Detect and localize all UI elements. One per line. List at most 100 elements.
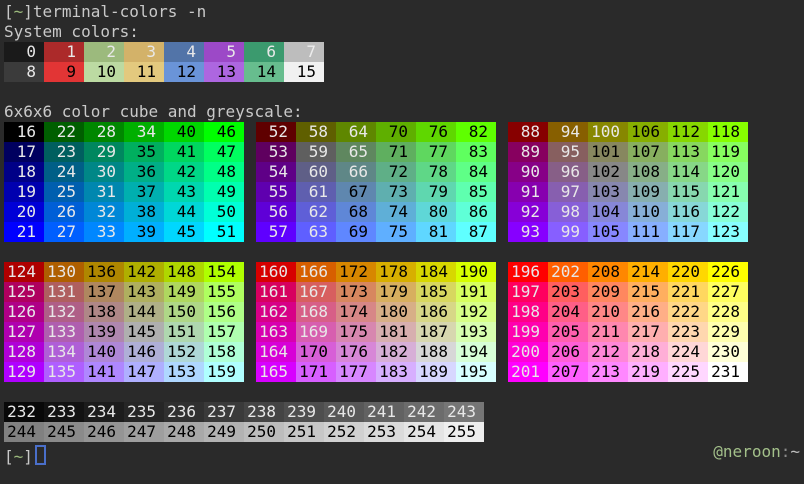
color-cell-14: 14 xyxy=(244,62,284,82)
color-cell-121: 121 xyxy=(708,182,748,202)
color-cell-182: 182 xyxy=(376,342,416,362)
color-cell-127: 127 xyxy=(4,322,44,342)
cube-row: 163169175181187193 xyxy=(256,322,496,342)
color-cell-236: 236 xyxy=(164,402,204,422)
color-cell-97: 97 xyxy=(548,182,588,202)
cube-row: 9096102108114120 xyxy=(508,162,748,182)
color-cell-154: 154 xyxy=(204,262,244,282)
cube-row: 535965717783 xyxy=(256,142,496,162)
color-cell-178: 178 xyxy=(376,262,416,282)
color-cell-32: 32 xyxy=(84,202,124,222)
color-cell-12: 12 xyxy=(164,62,204,82)
color-cell-102: 102 xyxy=(588,162,628,182)
color-cell-92: 92 xyxy=(508,202,548,222)
command-line: [~]terminal-colors -n xyxy=(4,2,804,22)
color-cell-223: 223 xyxy=(668,322,708,342)
color-cell-171: 171 xyxy=(296,362,336,382)
color-cell-69: 69 xyxy=(336,222,376,242)
color-cell-225: 225 xyxy=(668,362,708,382)
prompt-open-bracket: [ xyxy=(4,447,14,466)
color-cell-109: 109 xyxy=(628,182,668,202)
color-cell-234: 234 xyxy=(84,402,124,422)
color-cell-79: 79 xyxy=(416,182,456,202)
color-cell-144: 144 xyxy=(124,302,164,322)
color-cell-141: 141 xyxy=(84,362,124,382)
cube-row: 8894100106112118 xyxy=(508,122,748,142)
color-cell-130: 130 xyxy=(44,262,84,282)
color-cell-204: 204 xyxy=(548,302,588,322)
color-cell-138: 138 xyxy=(84,302,124,322)
color-cell-106: 106 xyxy=(628,122,668,142)
color-cell-242: 242 xyxy=(404,402,444,422)
cube-row: 160166172178184190 xyxy=(256,262,496,282)
color-cell-120: 120 xyxy=(708,162,748,182)
color-cell-75: 75 xyxy=(376,222,416,242)
color-cell-88: 88 xyxy=(508,122,548,142)
color-cell-0: 0 xyxy=(4,42,44,62)
color-cell-255: 255 xyxy=(444,422,484,442)
color-cell-175: 175 xyxy=(336,322,376,342)
cube-row: 200206212218224230 xyxy=(508,342,748,362)
color-cell-105: 105 xyxy=(588,222,628,242)
color-cell-20: 20 xyxy=(4,202,44,222)
right-status: @neroon:~ xyxy=(713,442,800,462)
cube-row: 127133139145151157 xyxy=(4,322,244,342)
color-cell-68: 68 xyxy=(336,202,376,222)
color-cell-155: 155 xyxy=(204,282,244,302)
color-cell-5: 5 xyxy=(204,42,244,62)
color-cell-168: 168 xyxy=(296,302,336,322)
color-cell-246: 246 xyxy=(84,422,124,442)
color-cell-70: 70 xyxy=(376,122,416,142)
cube-block-52: 5258647076825359657177835460667278845561… xyxy=(256,122,496,242)
color-cell-44: 44 xyxy=(164,202,204,222)
color-cell-200: 200 xyxy=(508,342,548,362)
color-cell-36: 36 xyxy=(124,162,164,182)
color-cell-214: 214 xyxy=(628,262,668,282)
color-cell-185: 185 xyxy=(416,282,456,302)
color-cell-199: 199 xyxy=(508,322,548,342)
color-cell-100: 100 xyxy=(588,122,628,142)
color-cell-187: 187 xyxy=(416,322,456,342)
color-cell-210: 210 xyxy=(588,302,628,322)
color-cell-43: 43 xyxy=(164,182,204,202)
color-cell-207: 207 xyxy=(548,362,588,382)
color-cell-243: 243 xyxy=(444,402,484,422)
color-cell-45: 45 xyxy=(164,222,204,242)
color-cell-170: 170 xyxy=(296,342,336,362)
cube-block-196: 1962022082142202261972032092152212271982… xyxy=(508,262,748,382)
color-cell-82: 82 xyxy=(456,122,496,142)
cube-row: 566268748086 xyxy=(256,202,496,222)
color-cell-174: 174 xyxy=(336,302,376,322)
prompt-cwd: ~ xyxy=(14,447,24,466)
color-cell-1: 1 xyxy=(44,42,84,62)
cube-row: 198204210216222228 xyxy=(508,302,748,322)
color-cell-6: 6 xyxy=(244,42,284,62)
color-cell-235: 235 xyxy=(124,402,164,422)
cube-row: 162228344046 xyxy=(4,122,244,142)
color-cell-89: 89 xyxy=(508,142,548,162)
color-cell-137: 137 xyxy=(84,282,124,302)
cube-row: 128134140146152158 xyxy=(4,342,244,362)
cube-block-row-bottom: 1241301361421481541251311371431491551261… xyxy=(4,262,804,382)
color-cell-162: 162 xyxy=(256,302,296,322)
color-cell-190: 190 xyxy=(456,262,496,282)
color-cell-2: 2 xyxy=(84,42,124,62)
color-cell-17: 17 xyxy=(4,142,44,162)
color-cell-41: 41 xyxy=(164,142,204,162)
color-cell-119: 119 xyxy=(708,142,748,162)
color-cell-126: 126 xyxy=(4,302,44,322)
cube-row: 196202208214220226 xyxy=(508,262,748,282)
color-cell-103: 103 xyxy=(588,182,628,202)
color-cell-95: 95 xyxy=(548,142,588,162)
color-cell-15: 15 xyxy=(284,62,324,82)
color-cell-157: 157 xyxy=(204,322,244,342)
color-cell-250: 250 xyxy=(244,422,284,442)
color-cell-83: 83 xyxy=(456,142,496,162)
cube-row: 197203209215221227 xyxy=(508,282,748,302)
terminal[interactable]: [~]terminal-colors -n System colors: 012… xyxy=(0,0,804,462)
cube-row: 164170176182188194 xyxy=(256,342,496,362)
color-cell-193: 193 xyxy=(456,322,496,342)
color-cell-167: 167 xyxy=(296,282,336,302)
prompt-line: [~] @neroon:~ xyxy=(4,442,804,462)
color-cell-37: 37 xyxy=(124,182,164,202)
